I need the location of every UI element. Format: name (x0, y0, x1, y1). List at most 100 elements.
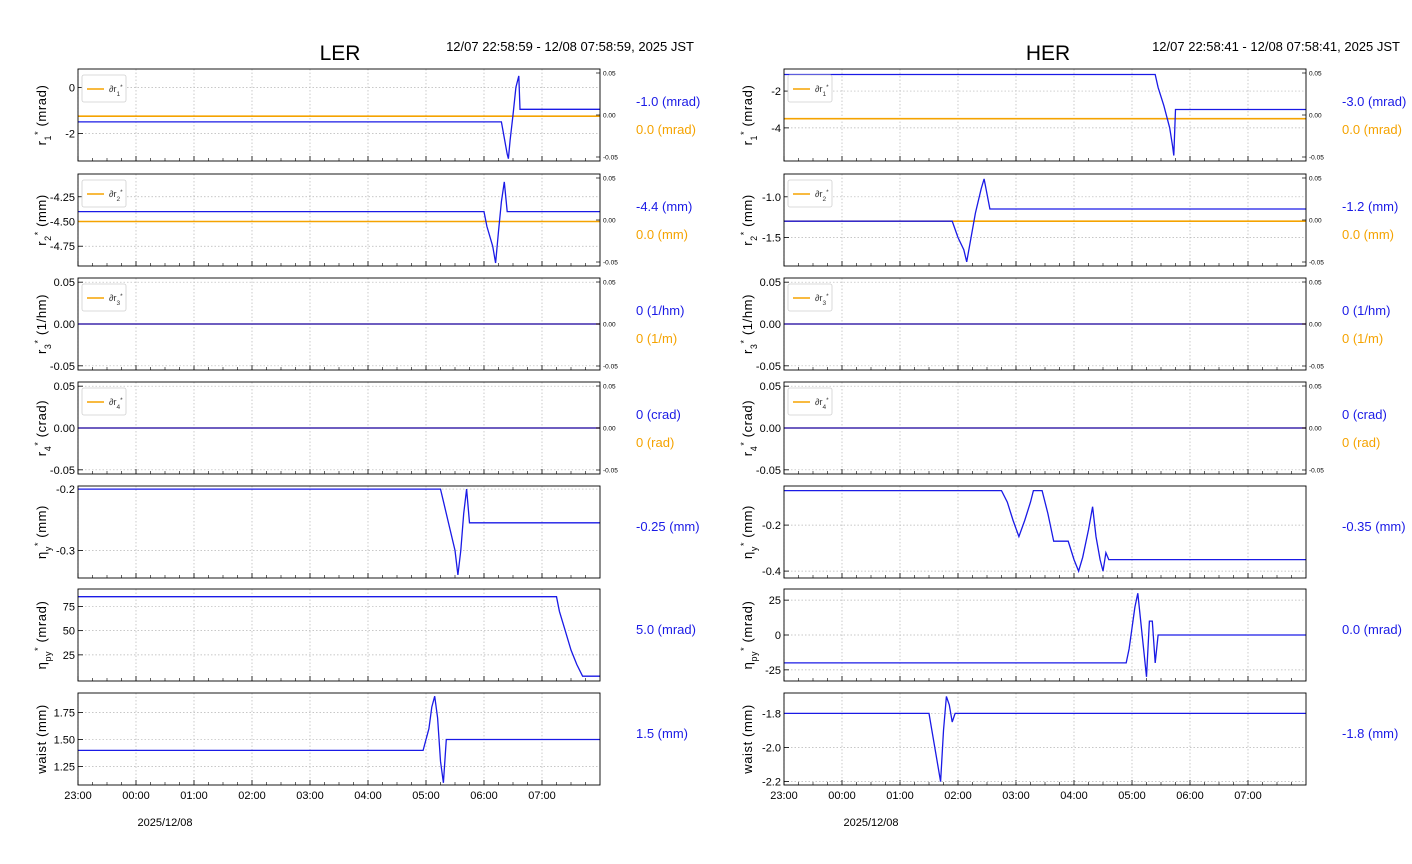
chart-group-her: HER 12/07 22:58:41 - 12/08 07:58:41, 2025… (739, 39, 1406, 829)
y-axis-label: r2* (mm) (739, 194, 759, 246)
y-axis-label: ηpy* (mrad) (33, 601, 53, 670)
panel-6: 75 50 25 ηpy* (mrad) 5.0 (mrad) (33, 588, 696, 682)
y-axis-label: ηy* (mm) (33, 505, 53, 559)
y-tick-label: -0.2 (762, 520, 781, 532)
y-tick-label: -25 (765, 665, 781, 677)
value-readout-secondary: 0.0 (mrad) (1342, 122, 1402, 137)
right-y-tick-label: 0.05 (603, 176, 616, 183)
x-tick-label: 01:00 (886, 790, 914, 802)
panel-1: 0-20.050.00-0.05∂r1*r1* (mrad) -1.0 (mrad… (33, 68, 700, 162)
plot-frame (77, 485, 601, 579)
panel-2: -1.0-1.50.050.00-0.05∂r2*r2* (mm) -1.2 (m… (739, 173, 1398, 267)
chart-subtitle: 12/07 22:58:59 - 12/08 07:58:59, 2025 JS… (446, 39, 694, 54)
y-tick-label: -0.2 (56, 484, 75, 496)
date-label: 2025/12/08 (843, 817, 898, 829)
value-readout-main: 0 (crad) (636, 407, 681, 422)
panel-4: 0.050.00-0.050.050.00-0.05∂r4*r4* (crad)… (739, 381, 1387, 477)
right-y-tick-label: -0.05 (1309, 155, 1324, 162)
y-axis-label: waist (mm) (740, 704, 755, 775)
y-tick-label: 0.00 (760, 319, 781, 331)
series-blue-line (78, 596, 600, 677)
y-tick-label: -0.05 (50, 465, 75, 477)
right-y-tick-label: -0.05 (1309, 468, 1324, 475)
x-tick-label: 07:00 (1234, 790, 1262, 802)
y-tick-label: 0.00 (54, 319, 75, 331)
y-tick-label: -1.0 (762, 192, 781, 204)
right-y-tick-label: 0.05 (603, 384, 616, 391)
right-y-tick-label: -0.05 (1309, 364, 1324, 371)
right-y-tick-label: 0.00 (603, 322, 616, 329)
y-tick-label: 0.05 (760, 277, 781, 289)
y-tick-label: -1.5 (762, 233, 781, 245)
right-y-tick-label: 0.00 (1309, 113, 1322, 120)
value-readout-main: 0 (crad) (1342, 407, 1387, 422)
plot-frame (77, 173, 601, 267)
right-y-tick-label: 0.05 (603, 280, 616, 287)
right-y-tick-label: 0.05 (1309, 280, 1322, 287)
x-tick-label: 04:00 (1060, 790, 1088, 802)
y-axis-label: waist (mm) (34, 704, 49, 775)
right-y-tick-label: 0.00 (1309, 322, 1322, 329)
right-y-tick-label: -0.05 (1309, 260, 1324, 267)
y-tick-label: 0.00 (760, 423, 781, 435)
plot-frame (77, 588, 601, 682)
panel-3: 0.050.00-0.050.050.00-0.05∂r3*r3* (1/hm)… (739, 277, 1390, 373)
y-tick-label: -0.05 (50, 361, 75, 373)
y-tick-label: 1.50 (54, 735, 75, 747)
series-blue-line (784, 489, 1306, 574)
value-readout-secondary: 0.0 (mrad) (636, 122, 696, 137)
value-readout-main: -1.0 (mrad) (636, 94, 700, 109)
value-readout-main: 0.0 (mrad) (1342, 622, 1402, 637)
value-readout-main: -3.0 (mrad) (1342, 94, 1406, 109)
value-readout-main: -1.2 (mm) (1342, 199, 1398, 214)
panel-1: -2-40.050.00-0.05∂r1*r1* (mrad) -3.0 (mra… (739, 68, 1406, 162)
y-tick-label: 75 (63, 601, 75, 613)
y-tick-label: 0.05 (760, 381, 781, 393)
y-axis-label: ηpy* (mrad) (739, 601, 759, 670)
y-tick-label: -0.05 (756, 361, 781, 373)
x-tick-label: 06:00 (1176, 790, 1204, 802)
y-tick-label: 25 (63, 650, 75, 662)
x-tick-label: 04:00 (354, 790, 382, 802)
date-label: 2025/12/08 (137, 817, 192, 829)
series-blue-line (78, 181, 600, 264)
y-tick-label: -0.4 (762, 566, 781, 578)
y-tick-label: 0 (69, 82, 75, 94)
value-readout-secondary: 0.0 (mm) (1342, 227, 1394, 242)
y-tick-label: -2 (65, 128, 75, 140)
y-axis-label: r1* (mrad) (33, 85, 53, 146)
x-tick-label: 02:00 (944, 790, 972, 802)
series-blue-line (784, 73, 1306, 156)
right-y-tick-label: 0.00 (603, 113, 616, 120)
panel-5: -0.2 -0.4ηy* (mm) -0.35 (mm) (739, 485, 1406, 579)
value-readout-main: 5.0 (mrad) (636, 622, 696, 637)
dashboard-chart: LER 12/07 22:58:59 - 12/08 07:58:59, 2025… (33, 39, 1406, 829)
y-tick-label: -2.0 (762, 743, 781, 755)
right-y-tick-label: 0.00 (1309, 218, 1322, 225)
right-y-tick-label: 0.00 (603, 218, 616, 225)
value-readout-main: -1.8 (mm) (1342, 726, 1398, 741)
chart-subtitle: 12/07 22:58:41 - 12/08 07:58:41, 2025 JS… (1152, 39, 1400, 54)
chart-group-ler: LER 12/07 22:58:59 - 12/08 07:58:59, 2025… (33, 39, 700, 829)
panel-3: 0.050.00-0.050.050.00-0.05∂r3*r3* (1/hm)… (33, 277, 684, 373)
y-tick-label: -4 (771, 123, 781, 135)
value-readout-main: -0.25 (mm) (636, 519, 700, 534)
right-y-tick-label: -0.05 (603, 468, 618, 475)
y-tick-label: 50 (63, 626, 75, 638)
right-y-tick-label: -0.05 (603, 155, 618, 162)
x-tick-label: 05:00 (1118, 790, 1146, 802)
y-tick-label: 1.75 (54, 707, 75, 719)
x-tick-label: 00:00 (828, 790, 856, 802)
x-tick-label: 03:00 (1002, 790, 1030, 802)
x-tick-label: 00:00 (122, 790, 150, 802)
y-tick-label: 0 (775, 630, 781, 642)
right-y-tick-label: 0.05 (603, 71, 616, 78)
plot-frame (77, 68, 601, 162)
panel-5: -0.2 -0.3ηy* (mm) -0.25 (mm) (33, 484, 700, 579)
y-axis-label: r1* (mrad) (739, 85, 759, 146)
value-readout-main: 0 (1/hm) (1342, 303, 1390, 318)
panel-4: 0.050.00-0.050.050.00-0.05∂r4*r4* (crad)… (33, 381, 681, 477)
x-tick-label: 03:00 (296, 790, 324, 802)
y-tick-label: 0.05 (54, 381, 75, 393)
y-tick-label: -1.8 (762, 708, 781, 720)
